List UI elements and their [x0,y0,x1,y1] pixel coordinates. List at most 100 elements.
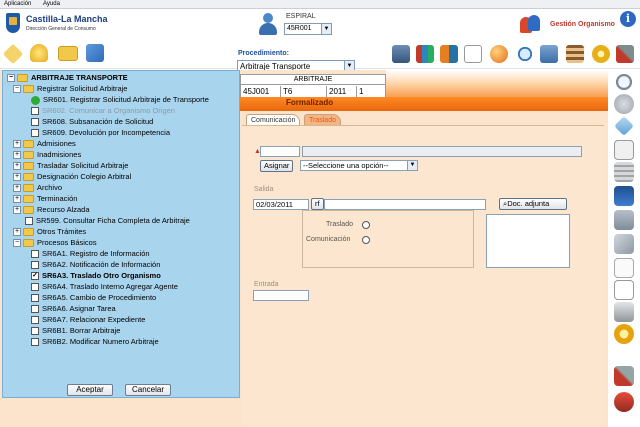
tree-folder-inadmisiones[interactable]: + Inadmisiones [13,149,81,160]
option-select-value: --Seleccione una opción-- [303,161,389,170]
tree-folder-procesos[interactable]: − Procesos Básicos [13,237,97,248]
tree-folder-terminacion[interactable]: + Terminación [13,193,77,204]
files-icon[interactable] [614,258,634,278]
expand-icon[interactable]: + [13,162,21,171]
zoom-icon[interactable] [614,72,634,92]
document-stack-icon[interactable] [614,280,634,300]
expand-icon[interactable]: + [13,206,21,215]
task-checkbox[interactable] [31,327,39,336]
tree-item-sr608[interactable]: SR608. Subsanación de Solicitud [31,116,153,127]
tree-root[interactable]: − ARBITRAJE TRANSPORTE [7,72,128,83]
notepad-icon[interactable] [614,140,634,160]
assign-button[interactable]: Asignar [260,160,294,172]
entrada-input[interactable] [253,290,309,301]
gestion-organismo[interactable]: Gestión Organismo [518,13,615,37]
salida-date-input[interactable]: 02/03/2011 [253,199,309,210]
tree-item-sr6a6[interactable]: SR6A6. Asignar Tarea [31,303,116,314]
comunicacion-radio[interactable] [362,236,370,244]
tree-folder-admisiones[interactable]: + Admisiones [13,138,76,149]
globe-icon[interactable] [490,45,508,63]
computer-icon[interactable] [392,45,410,63]
cancel-button[interactable]: Cancelar [125,384,171,396]
stack-icon[interactable] [614,162,634,182]
tree-item-sr6a5[interactable]: SR6A5. Cambio de Procedimiento [31,292,156,303]
tree-item-sr6a1[interactable]: SR6A1. Registro de Información [31,248,150,259]
tools-icon[interactable] [614,366,634,386]
lightbulb-icon[interactable] [30,44,48,62]
tray-icon[interactable] [614,210,634,230]
abacus-icon[interactable] [566,45,584,63]
tree-item-sr601[interactable]: SR601. Registrar Solicitud Arbitraje de … [31,94,209,105]
sun-gear-icon[interactable] [614,324,634,344]
task-checkbox[interactable] [31,294,39,303]
task-checkbox[interactable] [25,217,33,226]
tree-folder-recurso[interactable]: + Recurso Alzada [13,204,90,215]
task-checkbox[interactable] [31,261,39,270]
expand-icon[interactable]: + [13,151,21,160]
tree-folder-designacion[interactable]: + Designación Colegio Arbitral [13,171,131,182]
folder-icon[interactable] [58,46,78,61]
task-checkbox[interactable] [31,107,39,116]
tree-item-sr6a2[interactable]: SR6A2. Notificación de Información [31,259,160,270]
task-checkbox[interactable] [31,283,39,292]
collapse-icon[interactable]: − [13,239,21,248]
tree-folder-archivo[interactable]: + Archivo [13,182,62,193]
tree-folder-otros[interactable]: + Otros Trámites [13,226,86,237]
notes-textarea[interactable] [486,214,570,268]
stamp-icon[interactable] [614,186,634,206]
document-icon[interactable] [464,45,482,63]
accept-button[interactable]: Aceptar [67,384,113,396]
tree-folder-registrar[interactable]: − Registrar Solicitud Arbitraje [13,83,127,94]
salida-text-input[interactable] [324,199,486,210]
task-checkbox[interactable] [31,118,39,127]
menu-ayuda[interactable]: Ayuda [43,1,60,7]
network-icon[interactable] [86,44,104,62]
menu-aplicacion[interactable]: Aplicación [4,1,31,7]
edit-icon[interactable] [2,43,24,65]
task-checkbox[interactable] [31,250,39,259]
collapse-icon[interactable]: − [7,74,15,83]
clipboard-icon[interactable] [540,45,558,63]
tree-item-sr599[interactable]: SR599. Consultar Ficha Completa de Arbit… [25,215,190,226]
task-checkbox[interactable] [31,316,39,325]
tab-comunicacion[interactable]: Comunicación [246,114,301,125]
tree-item-sr609[interactable]: SR609. Devolución por Incompetencia [31,127,170,138]
gear-icon[interactable] [592,45,610,63]
task-checkbox[interactable] [31,305,39,314]
expand-icon[interactable]: + [13,195,21,204]
tree-item-sr602[interactable]: SR602. Comunicar a Organismo Origen [31,105,175,116]
tree-item-sr6b2[interactable]: SR6B2. Modificar Numero Arbitraje [31,336,159,347]
task-checkbox[interactable] [31,338,39,347]
expand-icon[interactable]: + [13,173,21,182]
expand-icon[interactable]: + [13,228,21,237]
tab-traslado[interactable]: Traslado [304,114,341,125]
diamond-icon[interactable] [614,116,634,136]
task-checkbox[interactable] [31,129,39,138]
scissors-icon[interactable] [614,234,634,254]
task-checkbox-checked[interactable]: ✓ [31,272,39,281]
search-icon[interactable] [516,45,534,63]
printer-icon[interactable] [614,302,634,322]
tree-label: SR602. Comunicar a Organismo Origen [42,106,175,115]
binders-icon[interactable] [440,45,458,63]
espiral-select[interactable]: 45R001 ▼ [284,23,332,35]
exit-icon[interactable] [614,392,634,412]
option-select[interactable]: --Seleccione una opción-- ▼ [300,160,418,171]
rf-button[interactable]: rf [311,198,324,210]
back-icon[interactable] [614,94,634,114]
info-icon[interactable]: i [620,11,636,27]
tree-item-sr6b1[interactable]: SR6B1. Borrar Arbitraje [31,325,120,336]
expand-icon[interactable]: + [13,140,21,149]
doc-adjunta-button[interactable]: ⌕Doc. adjunta [499,198,567,210]
books-icon[interactable] [416,45,434,63]
tree-item-sr6a3[interactable]: ✓ SR6A3. Traslado Otro Organismo [31,270,161,281]
traslado-radio[interactable] [362,221,370,229]
assignee-code-input[interactable] [260,146,300,157]
tree-folder-trasladar[interactable]: + Trasladar Solicitud Arbitraje [13,160,128,171]
tree-item-sr6a7[interactable]: SR6A7. Relacionar Expediente [31,314,145,325]
tree-item-sr6a4[interactable]: SR6A4. Traslado Interno Agregar Agente [31,281,178,292]
tools-icon[interactable] [616,45,634,63]
collapse-icon[interactable]: − [13,85,21,94]
expand-icon[interactable]: + [13,184,21,193]
assignee-name-input[interactable] [302,146,582,157]
